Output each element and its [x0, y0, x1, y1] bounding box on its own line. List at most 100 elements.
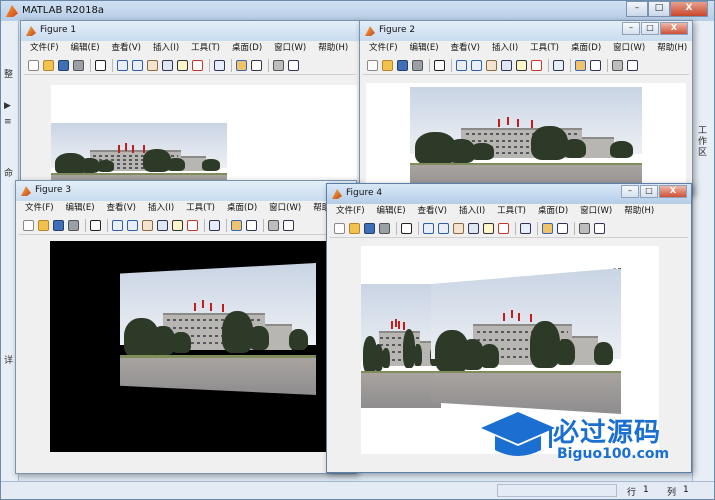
- menu-item[interactable]: 窗口(W): [574, 204, 618, 219]
- open-folder-icon[interactable]: [38, 220, 49, 231]
- menu-item[interactable]: 查看(V): [445, 41, 486, 56]
- menu-item[interactable]: 桌面(D): [226, 41, 268, 56]
- rotate-3d-icon[interactable]: [501, 60, 512, 71]
- data-cursor-icon[interactable]: [483, 223, 494, 234]
- print-icon[interactable]: [379, 223, 390, 234]
- menu-item[interactable]: 工具(T): [185, 41, 226, 56]
- figure-close-button[interactable]: X: [660, 22, 688, 35]
- show-plot-tools-icon[interactable]: [594, 223, 605, 234]
- colorbar-icon[interactable]: [542, 223, 553, 234]
- data-cursor-icon[interactable]: [177, 60, 188, 71]
- menu-item[interactable]: 帮助(H): [618, 204, 660, 219]
- figure-3-window[interactable]: Figure 3 文件(F) 编辑(E) 查看(V) 插入(I) 工具(T) 桌面(D) 窗…: [15, 180, 357, 474]
- menu-item[interactable]: 编辑(E): [404, 41, 445, 56]
- menu-item[interactable]: 工具(T): [180, 201, 221, 216]
- show-plot-tools-icon[interactable]: [288, 60, 299, 71]
- menu-item[interactable]: 查看(V): [412, 204, 453, 219]
- main-titlebar[interactable]: MATLAB R2018a – □ X: [1, 1, 714, 21]
- save-icon[interactable]: [58, 60, 69, 71]
- print-icon[interactable]: [412, 60, 423, 71]
- main-minimize-button[interactable]: –: [626, 1, 648, 17]
- menu-item[interactable]: 桌面(D): [221, 201, 263, 216]
- legend-icon[interactable]: [590, 60, 601, 71]
- menu-item[interactable]: 工具(T): [524, 41, 565, 56]
- zoom-out-icon[interactable]: [127, 220, 138, 231]
- pan-hand-icon[interactable]: [486, 60, 497, 71]
- menu-item[interactable]: 插入(I): [486, 41, 524, 56]
- zoom-in-icon[interactable]: [112, 220, 123, 231]
- colorbar-icon[interactable]: [231, 220, 242, 231]
- menu-item[interactable]: 文件(F): [19, 201, 60, 216]
- save-icon[interactable]: [364, 223, 375, 234]
- save-icon[interactable]: [53, 220, 64, 231]
- panel-menu-icon[interactable]: ≡: [4, 117, 12, 127]
- data-cursor-icon[interactable]: [172, 220, 183, 231]
- zoom-out-icon[interactable]: [471, 60, 482, 71]
- show-plot-tools-icon[interactable]: [627, 60, 638, 71]
- menu-item[interactable]: 帮助(H): [651, 41, 693, 56]
- pan-hand-icon[interactable]: [147, 60, 158, 71]
- menu-item[interactable]: 插入(I): [142, 201, 180, 216]
- legend-icon[interactable]: [246, 220, 257, 231]
- workspace-panel-strip[interactable]: 工作区: [692, 21, 714, 481]
- menu-item[interactable]: 桌面(D): [532, 204, 574, 219]
- menu-item[interactable]: 桌面(D): [565, 41, 607, 56]
- menu-item[interactable]: 工具(T): [491, 204, 532, 219]
- figure-titlebar[interactable]: Figure 1: [21, 21, 359, 41]
- figure-titlebar[interactable]: Figure 4 – □ X: [327, 184, 691, 204]
- menu-item[interactable]: 编辑(E): [65, 41, 106, 56]
- show-plot-tools-icon[interactable]: [283, 220, 294, 231]
- print-icon[interactable]: [68, 220, 79, 231]
- figure-maximize-button[interactable]: □: [641, 22, 659, 35]
- menu-item[interactable]: 编辑(E): [60, 201, 101, 216]
- colorbar-icon[interactable]: [236, 60, 247, 71]
- zoom-out-icon[interactable]: [132, 60, 143, 71]
- print-icon[interactable]: [73, 60, 84, 71]
- menu-item[interactable]: 窗口(W): [607, 41, 651, 56]
- figure-2-window[interactable]: Figure 2 – □ X 文件(F) 编辑(E) 查看(V) 插入(I) 工具(T)…: [359, 20, 693, 195]
- menu-item[interactable]: 帮助(H): [312, 41, 354, 56]
- hide-plot-tools-icon[interactable]: [579, 223, 590, 234]
- menu-item[interactable]: 编辑(E): [371, 204, 412, 219]
- legend-icon[interactable]: [557, 223, 568, 234]
- figure-axes[interactable]: [51, 85, 357, 195]
- zoom-in-icon[interactable]: [456, 60, 467, 71]
- figure-4-window[interactable]: Figure 4 – □ X 文件(F) 编辑(E) 查看(V) 插入(I) 工具(T)…: [326, 183, 692, 473]
- menu-item[interactable]: 文件(F): [363, 41, 404, 56]
- open-folder-icon[interactable]: [382, 60, 393, 71]
- menu-item[interactable]: 查看(V): [101, 201, 142, 216]
- menu-item[interactable]: 文件(F): [24, 41, 65, 56]
- link-plot-icon[interactable]: [520, 223, 531, 234]
- rotate-3d-icon[interactable]: [162, 60, 173, 71]
- figure-minimize-button[interactable]: –: [621, 185, 639, 198]
- menu-item[interactable]: 窗口(W): [268, 41, 312, 56]
- colorbar-icon[interactable]: [575, 60, 586, 71]
- figure-maximize-button[interactable]: □: [640, 185, 658, 198]
- new-file-icon[interactable]: [28, 60, 39, 71]
- brush-icon[interactable]: [531, 60, 542, 71]
- link-plot-icon[interactable]: [209, 220, 220, 231]
- main-maximize-button[interactable]: □: [648, 1, 670, 17]
- menu-item[interactable]: 查看(V): [106, 41, 147, 56]
- figure-axes[interactable]: [366, 83, 686, 195]
- hide-plot-tools-icon[interactable]: [268, 220, 279, 231]
- figure-1-window[interactable]: Figure 1 文件(F) 编辑(E) 查看(V) 插入(I) 工具(T) 桌面(D) 窗…: [20, 20, 360, 195]
- figure-minimize-button[interactable]: –: [622, 22, 640, 35]
- data-cursor-icon[interactable]: [516, 60, 527, 71]
- menu-item[interactable]: 窗口(W): [263, 201, 307, 216]
- hide-plot-tools-icon[interactable]: [273, 60, 284, 71]
- link-plot-icon[interactable]: [214, 60, 225, 71]
- pan-hand-icon[interactable]: [142, 220, 153, 231]
- zoom-in-icon[interactable]: [117, 60, 128, 71]
- pan-hand-icon[interactable]: [453, 223, 464, 234]
- save-icon[interactable]: [397, 60, 408, 71]
- rotate-3d-icon[interactable]: [157, 220, 168, 231]
- figure-titlebar[interactable]: Figure 3: [16, 181, 356, 201]
- figure-titlebar[interactable]: Figure 2 – □ X: [360, 21, 692, 41]
- rotate-3d-icon[interactable]: [468, 223, 479, 234]
- brush-icon[interactable]: [498, 223, 509, 234]
- menu-item[interactable]: 插入(I): [453, 204, 491, 219]
- figure-close-button[interactable]: X: [659, 185, 687, 198]
- menu-item[interactable]: 文件(F): [330, 204, 371, 219]
- open-folder-icon[interactable]: [43, 60, 54, 71]
